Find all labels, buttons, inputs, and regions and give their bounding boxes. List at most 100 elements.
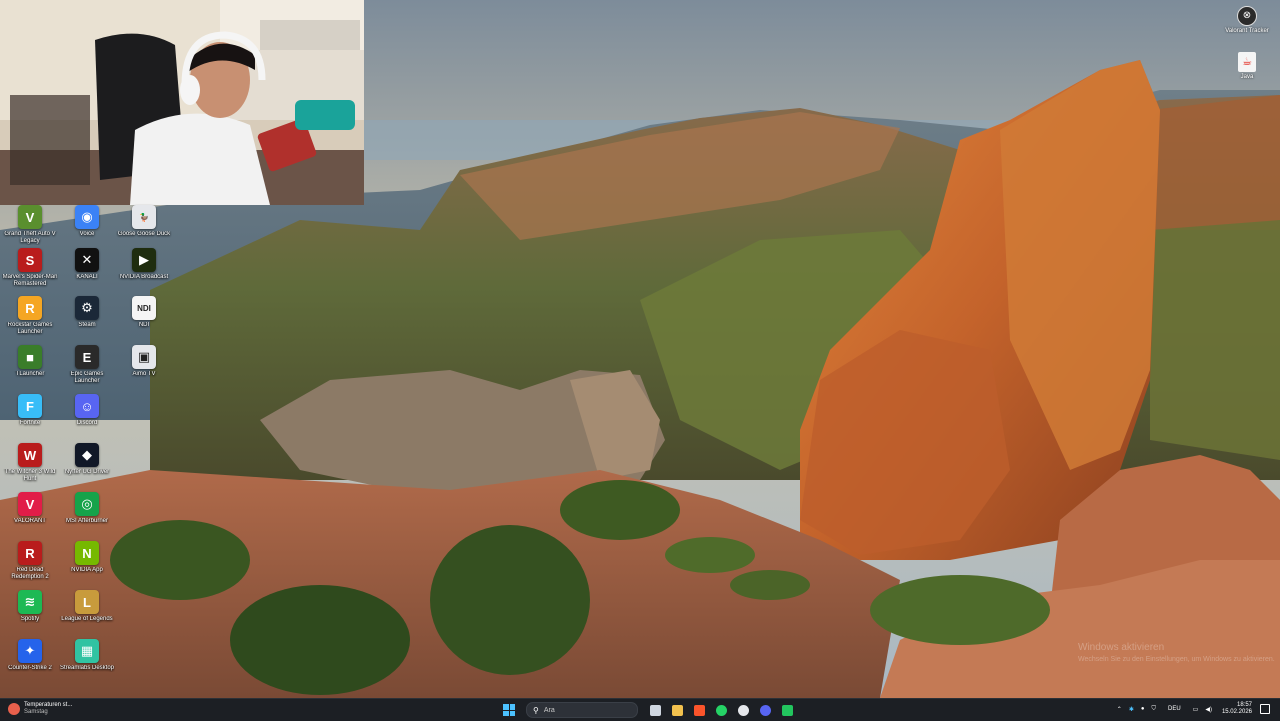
desktop-icon-epic-games[interactable]: E Epic Games Launcher [59,345,115,385]
valorant-icon: V [18,492,42,516]
desktop-icon-ndi[interactable]: NDI NDI [116,296,172,329]
aimo-tv-icon: ▣ [132,345,156,369]
desktop-icon-label: Java [1240,74,1254,80]
league-of-legends-icon: L [75,590,99,614]
desktop-icon-kanali[interactable]: ✕ KANALI [59,248,115,281]
clock[interactable]: 18:57 15.02.2026 [1222,702,1252,716]
desktop-icon-label: Valorant Tracker [1225,28,1269,34]
desktop-icon-spotify[interactable]: ≋ Spotify [2,590,58,623]
desktop-icon-tlauncher[interactable]: ■ TLauncher [2,345,58,378]
tlauncher-icon: ■ [18,345,42,369]
microphone-icon[interactable]: ● [1141,706,1145,712]
goose-goose-duck-icon: 🦆 [132,205,156,229]
clock-date: 15.02.2026 [1221,709,1252,715]
clock-time: 18:57 [1236,702,1252,708]
taskbar-app-obs[interactable] [734,701,752,719]
network-icon[interactable]: ▭ [1193,706,1199,713]
desktop-icon-label: Spotify [20,616,40,622]
taskbar-app-launcher-taskbar[interactable] [778,701,796,719]
weather-subtitle: Samstag [24,709,48,715]
taskbar-app-file-explorer[interactable] [668,701,686,719]
tracker-icon: ⊗ [1237,6,1257,26]
desktop-icon-nyfter[interactable]: ◆ Nyfter UG Driver [59,443,115,476]
rdr2-icon: R [18,541,42,565]
ndi-icon: NDI [132,296,156,320]
desktop-icon-discord[interactable]: ☺ Discord [59,394,115,427]
desktop-icon-label: Grand Theft Auto V Legacy [4,231,56,244]
steam-icon: ⚙ [75,296,99,320]
nvidia-app-icon: N [75,541,99,565]
desktop-icon-steam[interactable]: ⚙ Steam [59,296,115,329]
desktop-icon-label: League of Legends [61,616,113,622]
desktop-icon-league-of-legends[interactable]: L League of Legends [59,590,115,623]
desktop-icon-gta-v[interactable]: V Grand Theft Auto V Legacy [2,205,58,245]
desktop-icon-label: Marvel's Spider-Man Remastered [2,274,58,287]
desktop-icon-rdr2[interactable]: R Red Dead Redemption 2 [2,541,58,581]
spotify-icon: ≋ [18,590,42,614]
volume-icon[interactable]: ◀) [1205,706,1212,713]
desktop-icon-label: Nyfter UG Driver [64,469,110,475]
desktop-icon-goose-goose-duck[interactable]: 🦆 Goose Goose Duck [116,205,172,238]
desktop-icon-label: Epic Games Launcher [70,371,104,384]
desktop-icon-nvidia-broadcast[interactable]: ▶ NVIDIA Broadcast [116,248,172,281]
nvidia-broadcast-icon: ▶ [132,248,156,272]
spider-man-icon: S [18,248,42,272]
desktop-icon-fortnite[interactable]: F Fortnite [2,394,58,427]
taskbar-app-brave-browser[interactable] [690,701,708,719]
desktop-icon-label: Goose Goose Duck [117,231,171,237]
pinned-apps [644,701,798,719]
language-indicator[interactable]: DEU [1168,706,1181,712]
search-placeholder: Ara [543,706,555,714]
thermometer-icon [8,703,20,715]
desktop-icon-label: TLauncher [15,371,45,377]
desktop-icon-label: Discord [76,420,98,426]
desktop-icon-label: NVIDIA App [71,567,103,573]
launcher-taskbar-icon [781,704,793,716]
desktop-icon-aimo-tv[interactable]: ▣ Aimo TV [116,345,172,378]
taskbar-app-task-view[interactable] [646,701,664,719]
desktop-icon-witcher[interactable]: W The Witcher 3 Wild Hunt [2,443,58,483]
desktop-icon-valorant[interactable]: V VALORANT [2,492,58,525]
desktop-icon-label: MSI Afterburner [65,518,109,524]
gta-v-icon: V [18,205,42,229]
watermark-title: Windows aktivieren [1078,642,1165,653]
desktop-icon-label: Rockstar Games Launcher [7,322,53,335]
desktop-icon-voice[interactable]: ◉ Voice [59,205,115,238]
desktop-icon-spider-man[interactable]: S Marvel's Spider-Man Remastered [2,248,58,288]
desktop-icon-counter-strike[interactable]: ✦ Counter-Strike 2 [2,639,58,672]
discord-taskbar-icon [759,704,771,716]
desktop-icon-streamlabs[interactable]: ▦ Streamlabs Desktop [59,639,115,672]
brave-browser-icon [693,704,705,716]
desktop-icon-msi-afterburner[interactable]: ◎ MSI Afterburner [59,492,115,525]
desktop-icon-rockstar[interactable]: R Rockstar Games Launcher [2,296,58,336]
taskbar-app-whatsapp[interactable] [712,701,730,719]
desktop-icon-label: Voice [79,231,95,237]
weather-title: Temperaturen st... [24,702,73,708]
task-view-icon [649,704,661,716]
desktop-icon-label: Fortnite [19,420,41,426]
desktop-icon-label: Streamlabs Desktop [59,665,115,671]
witcher-icon: W [18,443,42,467]
file-explorer-icon [671,704,683,716]
kanali-icon: ✕ [75,248,99,272]
desktop-icon-label: The Witcher 3 Wild Hunt [4,469,56,482]
windows-activation-watermark: Windows aktivieren Wechseln Sie zu den E… [1078,642,1275,666]
notification-icon[interactable] [1260,704,1270,714]
desktop-icon-label: KANALI [76,274,98,280]
desktop-icon-label: Aimo TV [132,371,156,377]
desktop-icon-java[interactable]: ☕ Java [1221,52,1273,81]
desktop-icon-label: Steam [78,322,96,328]
bluetooth-icon[interactable]: ✱ [1129,706,1134,713]
start-button[interactable] [500,701,518,719]
shield-icon[interactable]: ⛉ [1151,706,1156,713]
java-icon: ☕ [1238,52,1256,72]
webcam-overlay [0,0,364,205]
taskbar-search[interactable]: ⚲ Ara [526,702,638,718]
obs-icon [737,704,749,716]
chevron-up-icon[interactable]: ⌃ [1117,706,1122,713]
taskbar-app-discord-taskbar[interactable] [756,701,774,719]
desktop-icon-tracker[interactable]: ⊗ Valorant Tracker [1221,6,1273,35]
desktop-icon-nvidia-app[interactable]: N NVIDIA App [59,541,115,574]
counter-strike-icon: ✦ [18,639,42,663]
weather-widget[interactable]: Temperaturen st... Samstag [8,702,72,716]
